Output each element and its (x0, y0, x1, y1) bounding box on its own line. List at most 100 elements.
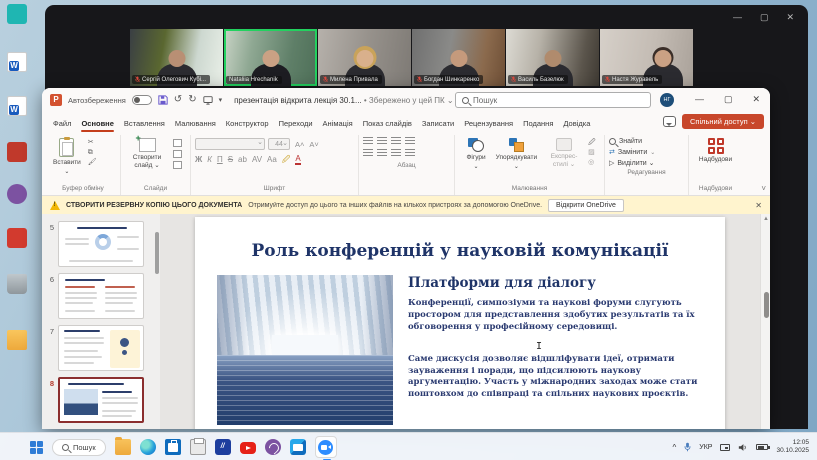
tab-slideshow[interactable]: Показ слайдів (358, 116, 417, 132)
current-slide[interactable]: Роль конференцій у науковій комунікації … (195, 217, 725, 429)
shapes-button[interactable]: Фігури⌄ (463, 137, 488, 171)
word-document-icon[interactable] (7, 52, 27, 72)
participant-video[interactable]: Сергій Олегович Кубі... (130, 29, 223, 86)
conference-hall-image[interactable] (217, 275, 393, 425)
participant-video[interactable]: Василь Базелюк (506, 29, 599, 86)
edge-icon[interactable] (140, 439, 156, 455)
align-left-icon[interactable] (363, 149, 373, 157)
select-button[interactable]: ▷Виділити ⌄ (609, 159, 684, 167)
store-icon[interactable] (165, 439, 181, 455)
explorer-icon[interactable] (115, 439, 131, 455)
cut-icon[interactable]: ✂ (88, 139, 97, 146)
shape-effects-icon[interactable]: ◎ (588, 159, 595, 166)
slide-layout-icon[interactable] (173, 139, 182, 147)
font-name-combo[interactable] (195, 138, 265, 150)
document-title[interactable]: презентація відкрита лекція 30.1... • Зб… (234, 96, 454, 105)
slide-text-block[interactable]: Платформи для діалогу Конференції, симпо… (408, 275, 703, 425)
panel-scrollbar[interactable] (155, 232, 159, 274)
tab-home[interactable]: Основне (76, 116, 118, 132)
slideshow-icon[interactable] (203, 95, 213, 105)
slide-6-thumbnail[interactable] (58, 273, 144, 319)
folder-icon[interactable] (7, 330, 27, 350)
arrange-button[interactable]: Упорядкувати⌄ (493, 137, 540, 171)
red-app-shortcut-icon[interactable] (7, 228, 27, 248)
bold-button[interactable]: Ж (195, 156, 202, 164)
tray-chevron-icon[interactable]: ^ (672, 443, 676, 452)
participant-video[interactable]: Богдан Шинкаренко (412, 29, 505, 86)
ppt-minimize-button[interactable]: — (695, 94, 704, 105)
slide-thumbnail-row[interactable]: 5 (42, 218, 160, 270)
shrink-font-icon[interactable]: A˅ (309, 140, 318, 149)
save-icon[interactable] (158, 95, 168, 105)
tab-help[interactable]: Довідка (558, 116, 595, 132)
section-icon[interactable] (173, 161, 182, 169)
participant-video-active-speaker[interactable]: Nataliia Hrechanik (224, 29, 317, 86)
zoom-minimize-button[interactable]: — (733, 12, 742, 23)
tab-draw[interactable]: Малювання (170, 116, 221, 132)
ppt-close-button[interactable]: ✕ (752, 94, 760, 105)
participant-video[interactable]: Милена Привала (318, 29, 411, 86)
tab-design[interactable]: Конструктор (221, 116, 274, 132)
format-painter-icon[interactable]: 🖌 (88, 159, 97, 166)
quick-access-more-icon[interactable]: ▾ (219, 97, 223, 104)
adobe-shortcut-icon[interactable] (7, 142, 27, 162)
slide-heading[interactable]: Платформи для діалогу (408, 275, 703, 291)
slide-thumbnail-row[interactable]: 8 (42, 374, 160, 426)
slide-paragraph-2[interactable]: Саме дискусія дозволяє відшліфувати ідеї… (408, 354, 703, 402)
align-right-icon[interactable] (391, 149, 401, 157)
font-color-button[interactable]: А (295, 155, 300, 165)
canvas-scrollbar[interactable]: ▲ (760, 214, 770, 429)
slide-8-thumbnail-selected[interactable] (58, 377, 144, 423)
text-shadow-button[interactable]: ab (238, 156, 247, 164)
slide-paragraph-1[interactable]: Конференції, симпозіуми та наукові форум… (408, 298, 703, 334)
taskbar-search[interactable]: Пошук (52, 439, 106, 456)
highlight-color-button[interactable]: 🖉 (282, 156, 291, 164)
warning-close-icon[interactable]: ✕ (755, 201, 762, 210)
italic-button[interactable]: К (207, 156, 212, 164)
new-slide-button[interactable]: Створити слайд ⌄ (125, 137, 169, 170)
tab-insert[interactable]: Вставлення (119, 116, 170, 132)
touch-keyboard-icon[interactable] (720, 444, 730, 451)
tab-record[interactable]: Записати (417, 116, 459, 132)
viber-icon[interactable] (265, 439, 281, 455)
slide-thumbnail-row[interactable]: 6 (42, 270, 160, 322)
share-button[interactable]: Спільний доступ ⌄ (682, 114, 764, 129)
comments-icon[interactable] (663, 116, 676, 127)
reset-slide-icon[interactable] (173, 150, 182, 158)
account-avatar[interactable]: НГ (660, 93, 674, 107)
find-button[interactable]: Знайти (609, 138, 684, 145)
media-player-icon[interactable]: // (215, 439, 231, 455)
ppt-search-box[interactable]: Пошук (455, 92, 651, 108)
desktop-app-icon[interactable] (7, 4, 27, 24)
start-icon[interactable] (30, 441, 43, 454)
tab-file[interactable]: Файл (48, 116, 76, 132)
language-indicator[interactable]: УКР (699, 444, 712, 451)
indent-decrease-icon[interactable] (391, 137, 401, 145)
zoom-app-active[interactable] (315, 436, 337, 458)
recycle-bin-icon[interactable] (7, 274, 27, 294)
slide-7-thumbnail[interactable] (58, 325, 144, 371)
shape-outline-icon[interactable]: ▨ (588, 149, 595, 156)
replace-button[interactable]: ⇄Замінити⌄ (609, 148, 684, 156)
zoom-maximize-button[interactable]: ▢ (760, 12, 769, 23)
line-spacing-icon[interactable] (405, 137, 415, 145)
slide-title[interactable]: Роль конференцій у науковій комунікації (195, 241, 725, 261)
slide-thumbnail-row[interactable]: 7 (42, 322, 160, 374)
undo-button[interactable]: ↺ (174, 95, 182, 105)
participant-video[interactable]: Настя Журавель (600, 29, 693, 86)
font-size-combo[interactable]: 44 (268, 138, 290, 150)
collapse-ribbon-icon[interactable]: ˅ (761, 184, 766, 193)
open-onedrive-button[interactable]: Відкрити OneDrive (548, 199, 624, 212)
speaker-icon[interactable] (738, 443, 748, 452)
scroll-up-icon[interactable]: ▲ (763, 216, 769, 222)
printer-icon[interactable] (190, 439, 206, 455)
slide-5-thumbnail[interactable] (58, 221, 144, 267)
tab-transitions[interactable]: Переходи (274, 116, 318, 132)
zoom-close-button[interactable]: ✕ (786, 12, 794, 23)
zoom-titlebar[interactable]: — ▢ ✕ (45, 5, 808, 29)
columns-icon[interactable] (405, 149, 415, 157)
paste-button[interactable]: Вставити⌄ (50, 137, 84, 176)
strikethrough-button[interactable]: S (228, 156, 233, 164)
battery-icon[interactable] (756, 444, 768, 450)
mail-icon[interactable] (290, 439, 306, 455)
